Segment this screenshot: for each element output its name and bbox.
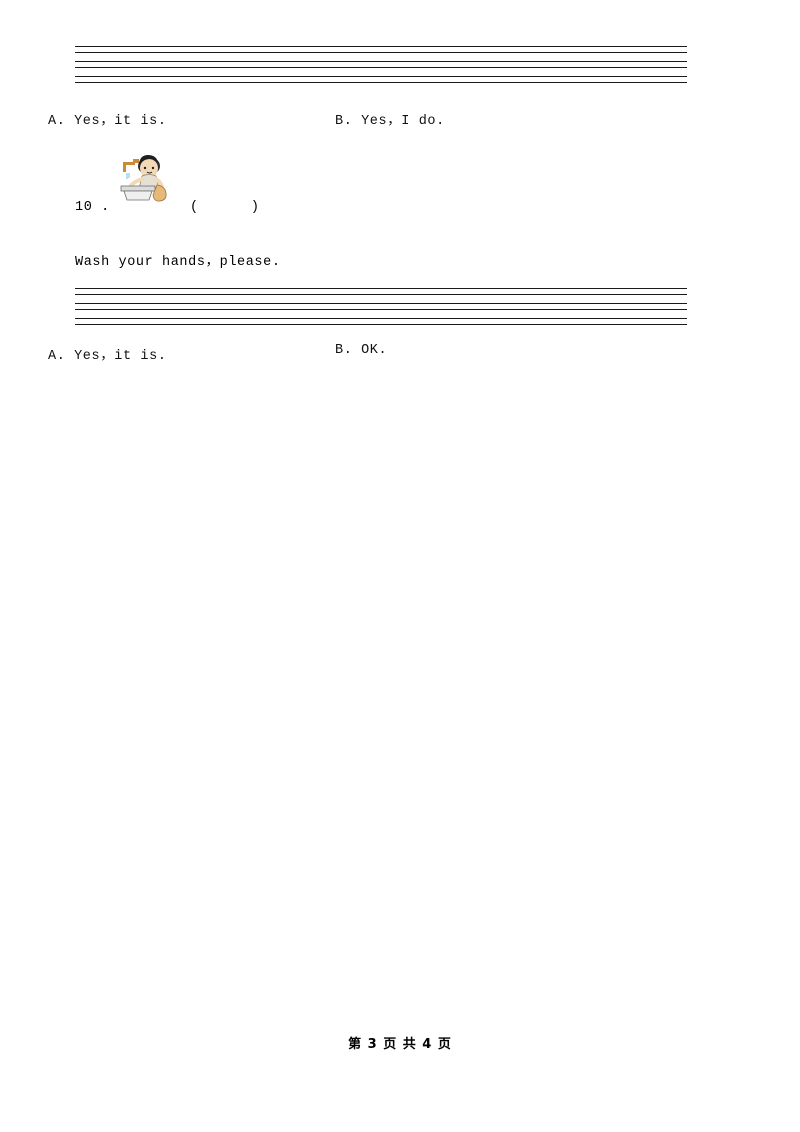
- page-footer: 第 3 页 共 4 页: [348, 1037, 452, 1052]
- boy-washing-hands-icon: [113, 152, 175, 204]
- ruled-lines-group-1: [75, 46, 687, 83]
- option-a-2: A. Yes，it is.: [48, 349, 167, 364]
- option-b-2: B. OK.: [335, 343, 388, 358]
- question-number-10: 10 .: [75, 200, 110, 215]
- answer-blank-10: ( ): [190, 200, 260, 215]
- document-page: A. Yes，it is. B. Yes，I do. 10 . () Wash…: [0, 0, 800, 1132]
- question-sentence-10: Wash your hands，please.: [75, 255, 281, 270]
- option-a-1: A. Yes，it is.: [48, 114, 167, 129]
- rule-line: [75, 324, 687, 325]
- rule-line: [75, 82, 687, 83]
- ruled-lines-group-2: [75, 288, 687, 325]
- option-b-1: B. Yes，I do.: [335, 114, 445, 129]
